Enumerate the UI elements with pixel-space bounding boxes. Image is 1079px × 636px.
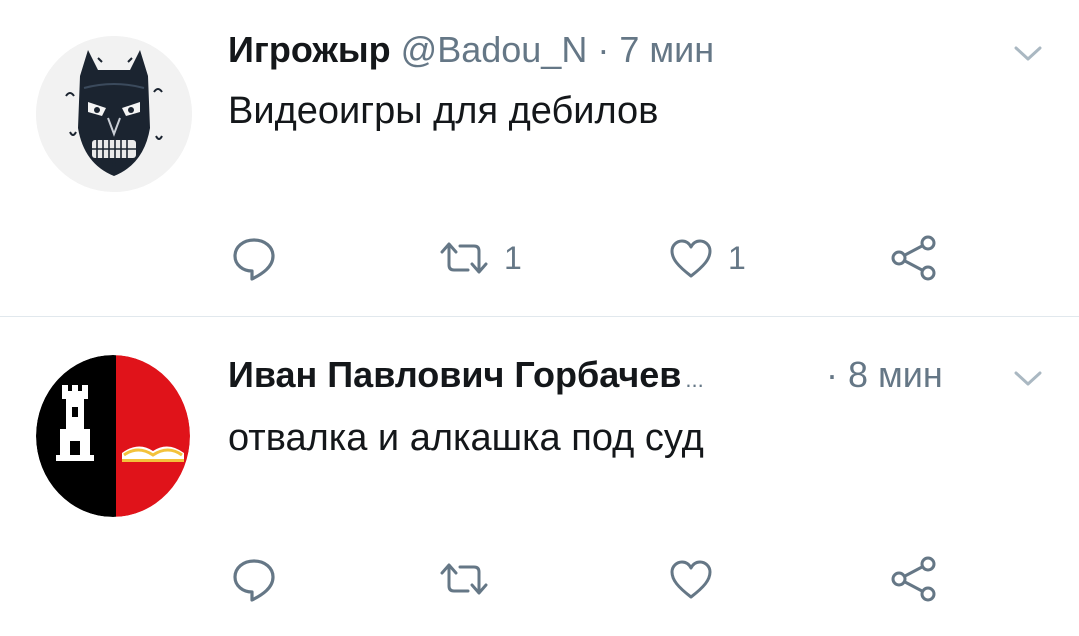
tower-and-book-emblem-icon [36,355,190,517]
avatar[interactable] [36,36,192,192]
time-wrap: · 8 мин [826,353,943,397]
retweet-icon [440,242,488,274]
tweet-actions [0,554,1079,604]
tweet[interactable]: Игрожыр @Badou_N · 7 мин Видеоигры для д… [0,0,1079,316]
author-name[interactable]: Игрожыр [228,29,391,70]
timestamp[interactable]: 8 мин [848,354,943,395]
share-icon [891,556,936,602]
reply-icon [233,238,275,281]
author-handle[interactable]: @Badou_N [401,29,588,70]
retweet-button[interactable]: 1 [438,233,522,283]
separator-dot: · [826,354,838,395]
separator-dot: · [597,29,610,70]
tweet-text: отвалка и алкашка под суд [228,417,704,459]
tweet-header: Иван Павлович Горбачев... · 8 мин [228,353,988,402]
reply-button[interactable] [230,233,278,283]
tweet-header: Игрожыр @Badou_N · 7 мин [228,28,714,72]
heart-icon [670,239,712,278]
share-icon [891,235,936,281]
masked-face-icon [36,36,192,192]
tweet-actions: 1 1 [0,233,1079,283]
truncation-ellipsis: ... [685,367,704,392]
share-button[interactable] [888,233,938,283]
chevron-down-icon[interactable] [1013,369,1043,389]
heart-icon [670,560,712,599]
timestamp[interactable]: 7 мин [619,29,714,70]
retweet-button[interactable] [438,554,490,604]
tweet-text: Видеоигры для дебилов [228,90,659,132]
share-button[interactable] [888,554,938,604]
retweet-count: 1 [504,239,522,276]
author-name[interactable]: Иван Павлович Горбачев [228,354,681,395]
like-button[interactable]: 1 [668,233,746,283]
like-count: 1 [728,239,746,276]
avatar[interactable] [36,355,190,517]
chevron-down-icon[interactable] [1013,44,1043,64]
like-button[interactable] [668,554,714,604]
retweet-icon [440,563,488,595]
reply-icon [233,559,275,602]
reply-button[interactable] [230,554,278,604]
tweet[interactable]: Иван Павлович Горбачев... · 8 мин отвалк… [0,317,1079,636]
